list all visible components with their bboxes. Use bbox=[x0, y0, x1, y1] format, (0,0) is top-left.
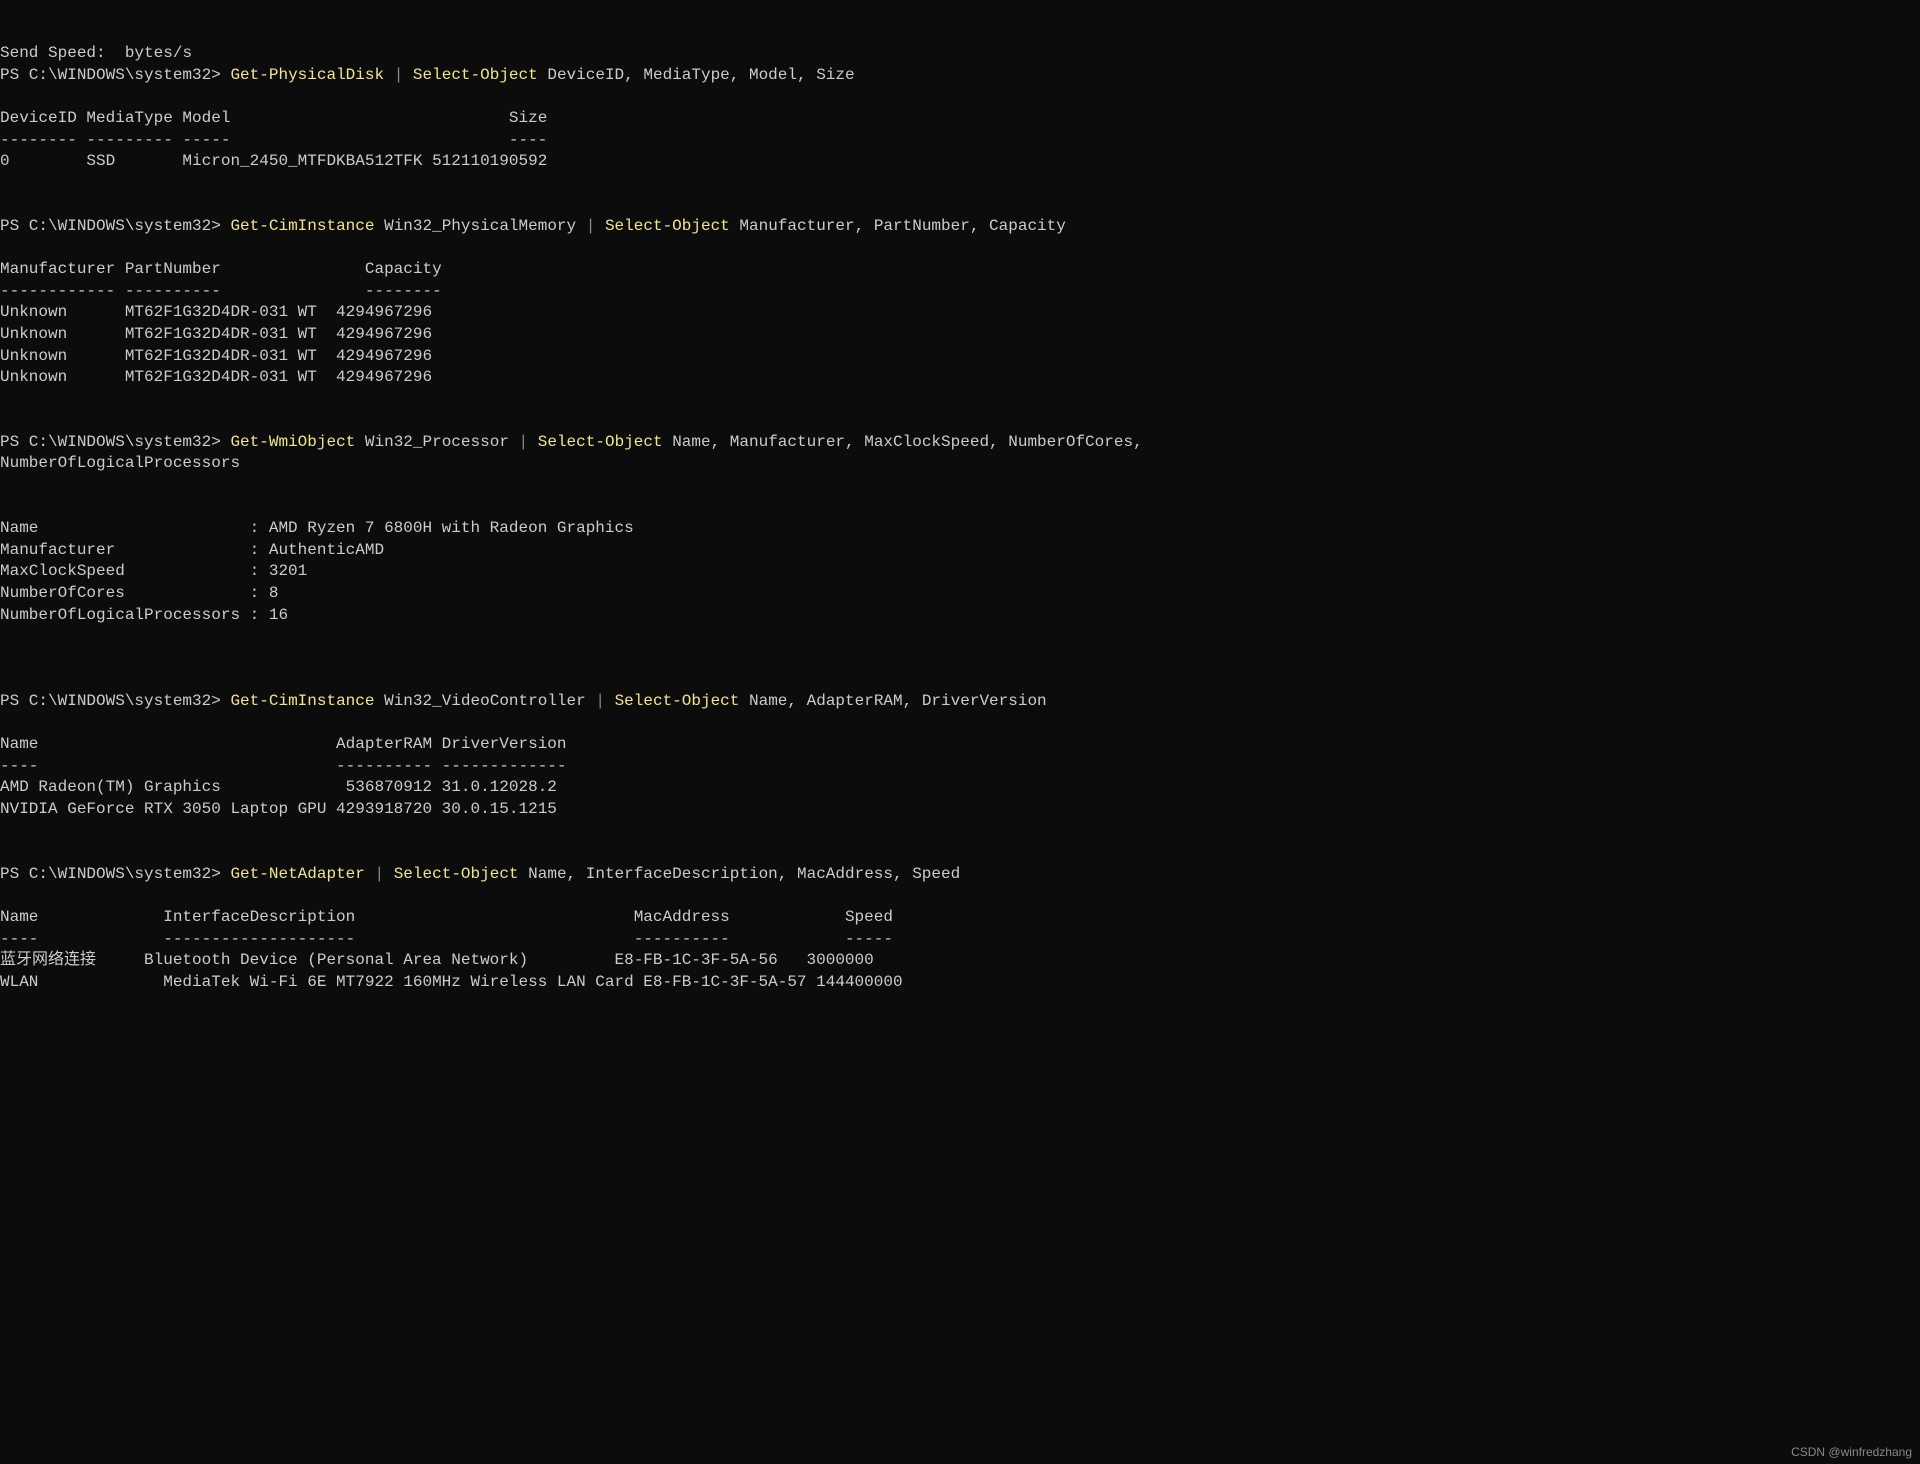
cmd4-line: PS C:\WINDOWS\system32> Get-CimInstance … bbox=[0, 692, 1047, 710]
cmd1-line: PS C:\WINDOWS\system32> Get-PhysicalDisk… bbox=[0, 66, 855, 84]
disk-row-0: 0 SSD Micron_2450_MTFDKBA512TFK 51211019… bbox=[0, 152, 547, 170]
terminal[interactable]: Send Speed: bytes/s PS C:\WINDOWS\system… bbox=[0, 43, 1248, 993]
cpu-maxclock: MaxClockSpeed : 3201 bbox=[0, 562, 307, 580]
send-speed-line: Send Speed: bytes/s bbox=[0, 44, 192, 62]
disk-header: DeviceID MediaType Model Size bbox=[0, 109, 547, 127]
cpu-cores: NumberOfCores : 8 bbox=[0, 584, 278, 602]
net-row-1: WLAN MediaTek Wi-Fi 6E MT7922 160MHz Wir… bbox=[0, 973, 903, 991]
cmd2-line: PS C:\WINDOWS\system32> Get-CimInstance … bbox=[0, 217, 1066, 235]
mem-row-2: Unknown MT62F1G32D4DR-031 WT 4294967296 bbox=[0, 347, 432, 365]
cmd3-line2: NumberOfLogicalProcessors bbox=[0, 454, 240, 472]
watermark: CSDN @winfredzhang bbox=[1791, 1444, 1912, 1460]
cpu-logical: NumberOfLogicalProcessors : 16 bbox=[0, 606, 288, 624]
mem-divider: ------------ ---------- -------- bbox=[0, 282, 442, 300]
mem-row-0: Unknown MT62F1G32D4DR-031 WT 4294967296 bbox=[0, 303, 432, 321]
cmd3-line: PS C:\WINDOWS\system32> Get-WmiObject Wi… bbox=[0, 433, 1143, 451]
gpu-header: Name AdapterRAM DriverVersion bbox=[0, 735, 567, 753]
mem-row-1: Unknown MT62F1G32D4DR-031 WT 4294967296 bbox=[0, 325, 432, 343]
cpu-name: Name : AMD Ryzen 7 6800H with Radeon Gra… bbox=[0, 519, 634, 537]
mem-row-3: Unknown MT62F1G32D4DR-031 WT 4294967296 bbox=[0, 368, 432, 386]
net-divider: ---- -------------------- ---------- ---… bbox=[0, 930, 893, 948]
net-row-0: 蓝牙网络连接 Bluetooth Device (Personal Area N… bbox=[0, 951, 874, 969]
gpu-row-0: AMD Radeon(TM) Graphics 536870912 31.0.1… bbox=[0, 778, 557, 796]
gpu-row-1: NVIDIA GeForce RTX 3050 Laptop GPU 42939… bbox=[0, 800, 557, 818]
cmd5-line: PS C:\WINDOWS\system32> Get-NetAdapter |… bbox=[0, 865, 960, 883]
disk-divider: -------- --------- ----- ---- bbox=[0, 131, 547, 149]
mem-header: Manufacturer PartNumber Capacity bbox=[0, 260, 442, 278]
cpu-manufacturer: Manufacturer : AuthenticAMD bbox=[0, 541, 384, 559]
net-header: Name InterfaceDescription MacAddress Spe… bbox=[0, 908, 893, 926]
gpu-divider: ---- ---------- ------------- bbox=[0, 757, 567, 775]
